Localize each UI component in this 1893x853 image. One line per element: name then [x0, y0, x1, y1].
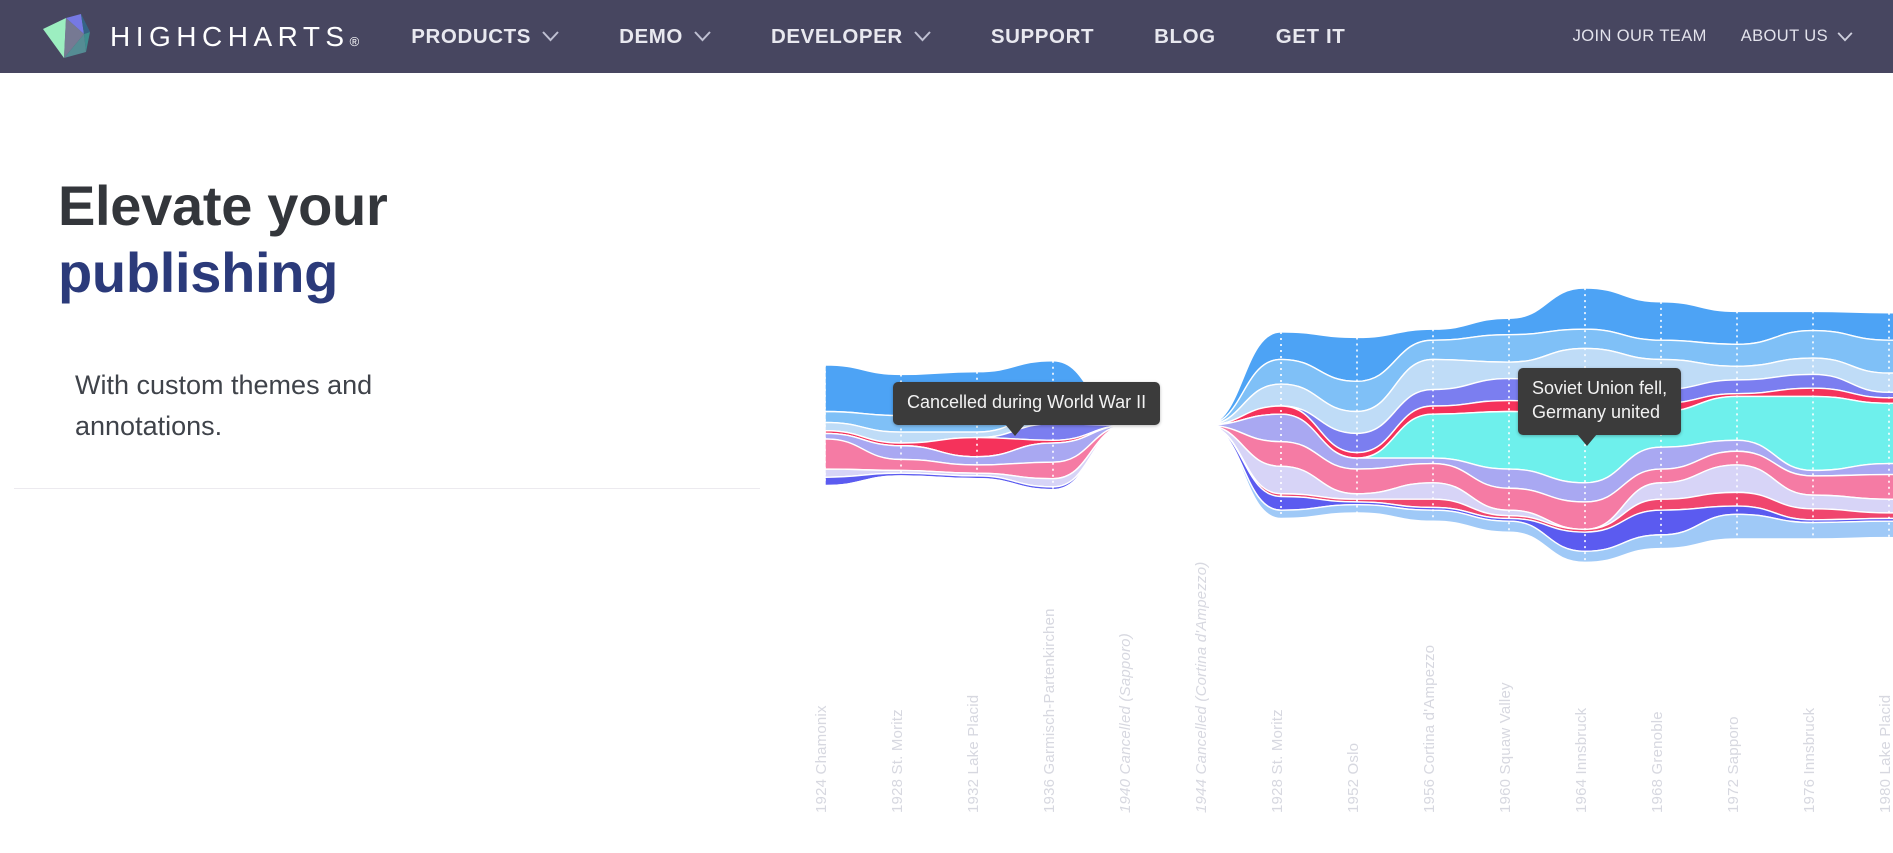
- brand-logo-link[interactable]: HIGHCHARTS®: [40, 12, 359, 62]
- nav-label-blog: BLOG: [1154, 24, 1216, 48]
- nav-item-about-us[interactable]: ABOUT US: [1741, 27, 1853, 46]
- nav-item-products[interactable]: PRODUCTS: [411, 25, 559, 49]
- streamgraph-chart[interactable]: 1924 Chamonix 1928 St. Moritz 1932 Lake Pl…: [760, 150, 1893, 853]
- streamgraph-svg: [760, 150, 1893, 853]
- chevron-down-icon: [694, 31, 711, 42]
- nav-label-get-it: GET IT: [1275, 24, 1346, 48]
- nav-label-join-our-team: JOIN OUR TEAM: [1572, 27, 1707, 45]
- page-root: HIGHCHARTS® PRODUCTS DEMO DEVELOPER SUPP…: [0, 0, 1893, 853]
- nav-item-blog[interactable]: BLOG: [1154, 25, 1216, 49]
- chevron-down-icon: [914, 31, 931, 42]
- brand-wordmark: HIGHCHARTS®: [110, 20, 360, 52]
- chevron-down-icon: [1837, 31, 1853, 42]
- page-title-line-1: Elevate your: [58, 174, 388, 237]
- nav-label-support: SUPPORT: [990, 24, 1095, 48]
- annotation-soviet-line-1: Soviet Union fell,: [1532, 378, 1668, 398]
- chevron-down-icon: [542, 31, 559, 42]
- nav-item-developer[interactable]: DEVELOPER: [771, 25, 931, 49]
- primary-nav: PRODUCTS DEMO DEVELOPER SUPPORT BLOG GET…: [411, 25, 1405, 49]
- annotation-soviet-line-2: Germany united: [1532, 401, 1661, 422]
- registered-mark: ®: [349, 33, 360, 49]
- nav-label-about-us: ABOUT US: [1740, 27, 1828, 45]
- page-title-line-2: publishing: [58, 241, 339, 305]
- top-navigation-bar: HIGHCHARTS® PRODUCTS DEMO DEVELOPER SUPP…: [0, 0, 1893, 73]
- nav-label-demo: DEMO: [619, 24, 683, 48]
- annotation-soviet-union[interactable]: Soviet Union fell, Germany united: [1518, 368, 1682, 446]
- annotation-pointer-icon: [1577, 433, 1597, 446]
- annotation-ww2-text: Cancelled during World War II: [907, 392, 1147, 412]
- nav-item-get-it[interactable]: GET IT: [1276, 25, 1346, 49]
- annotation-world-war-ii[interactable]: Cancelled during World War II: [893, 382, 1161, 436]
- page-subtitle: With custom themes and annotations.: [75, 370, 373, 441]
- highcharts-logo-icon: [40, 12, 94, 62]
- page-title: Elevate your publishing: [58, 172, 388, 306]
- nav-label-products: PRODUCTS: [411, 24, 532, 48]
- nav-label-developer: DEVELOPER: [770, 24, 903, 48]
- nav-item-join-our-team[interactable]: JOIN OUR TEAM: [1573, 27, 1707, 46]
- nav-item-demo[interactable]: DEMO: [619, 25, 711, 49]
- nav-item-support[interactable]: SUPPORT: [991, 25, 1094, 49]
- annotation-pointer-icon: [1005, 423, 1025, 436]
- secondary-nav: JOIN OUR TEAM ABOUT US: [1539, 27, 1853, 46]
